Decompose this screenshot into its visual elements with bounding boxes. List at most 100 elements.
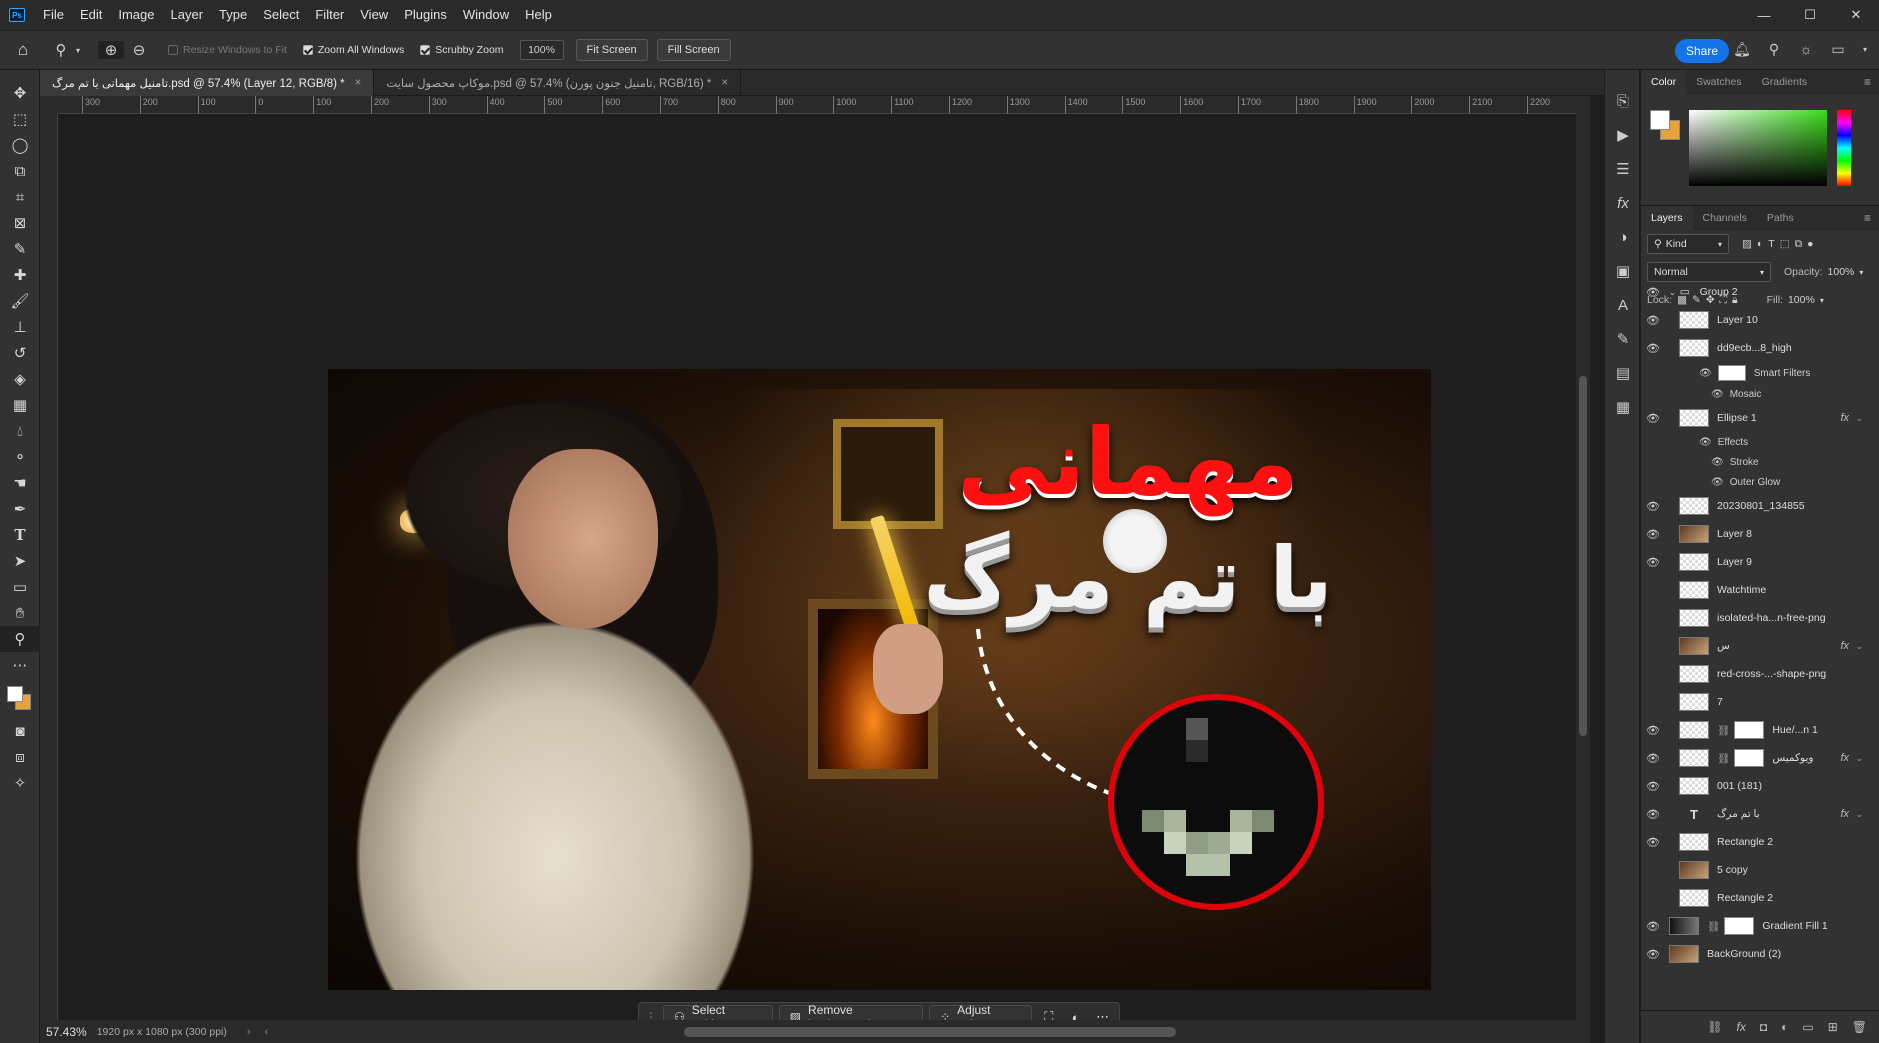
eye-icon[interactable]: 👁︎ (1641, 836, 1665, 849)
layer-row[interactable]: 👁︎ ⌄ ▭ Group 2 (1641, 278, 1867, 306)
layer-row[interactable]: 👁︎ Layer 8 (1641, 520, 1867, 548)
zoom-in-icon[interactable]: ⊕ (98, 41, 125, 59)
layer-name[interactable]: red-cross-...-shape-png (1717, 668, 1826, 680)
adjustments-panel-icon[interactable]: ☰ (1605, 152, 1641, 186)
layer-row[interactable]: 👁︎ T با تم مرگ fx ⌄ (1641, 800, 1867, 828)
type-tool-icon[interactable]: T (0, 522, 40, 548)
menu-edit[interactable]: Edit (72, 0, 110, 30)
maximize-button[interactable]: ☐ (1787, 0, 1833, 30)
zoom-tool-icon[interactable]: ⚲ (0, 626, 40, 652)
properties-panel-icon[interactable]: ▤ (1605, 356, 1641, 390)
styles-panel-icon[interactable]: fx (1605, 186, 1641, 220)
menu-image[interactable]: Image (110, 0, 162, 30)
layer-row[interactable]: 👁︎ ⛓ Gradient Fill 1 (1641, 912, 1867, 940)
crop-tool-icon[interactable]: ⌗ (0, 184, 40, 210)
layer-row[interactable]: Rectangle 2 (1641, 884, 1867, 912)
filter-pixel-icon[interactable]: ▨ (1742, 238, 1752, 250)
eye-icon[interactable]: 👁︎ (1641, 556, 1665, 569)
horizontal-ruler[interactable]: 300 200 100 0 100 200 300 400 500 600 700 800 900 100… (58, 96, 1576, 114)
document-canvas[interactable]: مهمانی با تم مرگ (328, 369, 1431, 990)
new-layer-icon[interactable]: ⊞ (1828, 1020, 1838, 1034)
eraser-tool-icon[interactable]: ◈ (0, 366, 40, 392)
layer-row[interactable]: 👁︎ Ellipse 1 fx ⌄ (1641, 404, 1867, 432)
tab-swatches[interactable]: Swatches (1686, 70, 1752, 94)
add-mask-icon[interactable]: ◘ (1760, 1020, 1767, 1034)
layer-name[interactable]: Layer 8 (1717, 528, 1752, 540)
chevron-down-icon[interactable]: ⌄ (1855, 413, 1863, 424)
layer-name[interactable]: ویوکمیس (1772, 752, 1813, 764)
layer-name[interactable]: س (1717, 640, 1730, 652)
zoom-level[interactable]: 57.43% (40, 1025, 97, 1039)
foreground-color-swatch[interactable] (1650, 110, 1670, 130)
vertical-ruler[interactable] (40, 114, 58, 1020)
blur-tool-icon[interactable]: 💧︎ (0, 418, 40, 444)
chevron-down-icon[interactable]: ▾ (1859, 268, 1863, 277)
eye-icon[interactable]: 👁︎ (1641, 808, 1665, 821)
resize-windows-checkbox[interactable]: Resize Windows to Fit (168, 44, 287, 56)
eye-icon[interactable]: 👁︎ (1711, 477, 1724, 488)
layer-row[interactable]: 👁︎ BackGround (2) (1641, 940, 1867, 968)
grid-panel-icon[interactable]: ▦ (1605, 390, 1641, 424)
color-wheel-icon[interactable]: ◑ (1605, 220, 1641, 254)
filter-shape-icon[interactable]: ⬚ (1780, 238, 1790, 250)
eye-icon[interactable]: 👁︎ (1641, 528, 1665, 541)
quick-mask-icon[interactable]: ◙ (0, 718, 40, 744)
tab-document-1[interactable]: تامنیل مهمانی با تم مرگ.psd @ 57.4% (Lay… (40, 70, 375, 96)
filter-toggle-icon[interactable]: ● (1807, 238, 1813, 250)
eye-icon[interactable]: 👁︎ (1641, 412, 1665, 425)
zoom-value-field[interactable]: 100% (519, 40, 564, 60)
home-icon[interactable]: ⌂ (0, 40, 46, 60)
more-tools-icon[interactable]: ⋯ (0, 652, 40, 678)
fit-screen-button[interactable]: Fit Screen (575, 39, 648, 61)
filter-adjustment-icon[interactable]: ◐ (1757, 238, 1763, 250)
panel-menu-icon[interactable]: ≡ (1864, 211, 1871, 225)
bell-icon[interactable]: 🔔︎ (1733, 39, 1751, 59)
layer-name[interactable]: Layer 10 (1717, 314, 1758, 326)
layer-row[interactable]: 👁︎ dd9ecb...8_high (1641, 334, 1867, 362)
close-window-button[interactable]: ✕ (1833, 0, 1879, 30)
fill-screen-button[interactable]: Fill Screen (656, 39, 731, 61)
character-panel-icon[interactable]: A (1605, 288, 1641, 322)
tab-document-2[interactable]: موکاپ محصول سایت.psd @ 57.4% (تامنیل جنو… (374, 70, 742, 96)
brush-settings-icon[interactable]: ✎ (1605, 322, 1641, 356)
filter-type-icon[interactable]: T (1768, 238, 1774, 250)
menu-help[interactable]: Help (517, 0, 560, 30)
layer-row[interactable]: 👁︎ 001 (181) (1641, 772, 1867, 800)
menu-plugins[interactable]: Plugins (396, 0, 455, 30)
search-icon[interactable]: ⚲ (1765, 39, 1783, 59)
layer-name[interactable]: dd9ecb...8_high (1717, 342, 1792, 354)
layer-mask-thumbnail[interactable] (1734, 721, 1765, 739)
layer-row[interactable]: س fx ⌄ (1641, 632, 1867, 660)
vertical-scrollbar[interactable] (1576, 96, 1590, 1020)
menu-type[interactable]: Type (211, 0, 255, 30)
layer-row[interactable]: 👁︎ ⛓ ویوکمیس fx ⌄ (1641, 744, 1867, 772)
hue-slider[interactable] (1837, 110, 1851, 186)
canvas-area[interactable]: مهمانی با تم مرگ ⋮ ⚇Select subject ▨Remo… (58, 114, 1576, 1032)
chevron-down-icon[interactable]: ⌄ (1855, 641, 1863, 652)
layer-row[interactable]: Watchtime (1641, 576, 1867, 604)
layer-mask-thumbnail[interactable] (1724, 917, 1755, 935)
frame-tool-icon[interactable]: ⊠ (0, 210, 40, 236)
eye-icon[interactable]: 👁︎ (1641, 500, 1665, 513)
chevron-left-icon[interactable]: ‹ (265, 1026, 269, 1038)
layer-name[interactable]: 5 copy (1717, 864, 1748, 876)
marquee-tool-icon[interactable]: ⬚ (0, 106, 40, 132)
object-selection-tool-icon[interactable]: ⧉ (0, 158, 40, 184)
layer-name[interactable]: 001 (181) (1717, 780, 1762, 792)
eye-icon[interactable]: 👁︎ (1641, 752, 1665, 765)
layer-row[interactable]: 7 (1641, 688, 1867, 716)
history-brush-tool-icon[interactable]: ↺ (0, 340, 40, 366)
layer-effect-item[interactable]: 👁︎ Stroke (1641, 452, 1867, 472)
chevron-down-icon[interactable]: ▾ (1861, 39, 1869, 59)
path-selection-tool-icon[interactable]: ➤ (0, 548, 40, 574)
layer-mask-thumbnail[interactable] (1734, 749, 1765, 767)
eye-icon[interactable]: 👁︎ (1641, 314, 1665, 327)
chevron-down-icon[interactable]: ▾ (76, 46, 80, 55)
share-button[interactable]: Share (1675, 39, 1729, 63)
tab-layers[interactable]: Layers (1641, 205, 1693, 230)
chevron-down-icon[interactable]: ⌄ (1855, 753, 1863, 764)
close-tab-icon[interactable]: × (721, 77, 728, 89)
layer-name[interactable]: Layer 9 (1717, 556, 1752, 568)
layer-row[interactable]: 👁︎ 20230801_134855 (1641, 492, 1867, 520)
layer-row[interactable]: isolated-ha...n-free-png (1641, 604, 1867, 632)
